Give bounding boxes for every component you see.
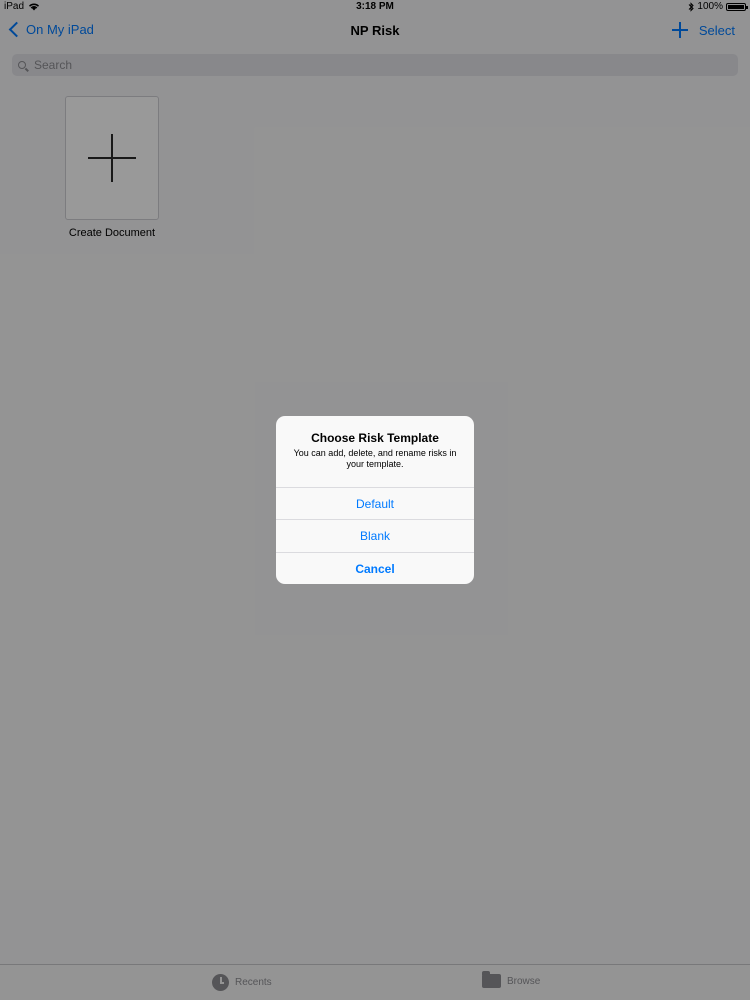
blank-button[interactable]: Blank <box>276 519 474 551</box>
alert-message: You can add, delete, and rename risks in… <box>293 448 457 469</box>
cancel-button[interactable]: Cancel <box>276 552 474 584</box>
default-button[interactable]: Default <box>276 487 474 519</box>
alert-title: Choose Risk Template <box>311 431 439 445</box>
